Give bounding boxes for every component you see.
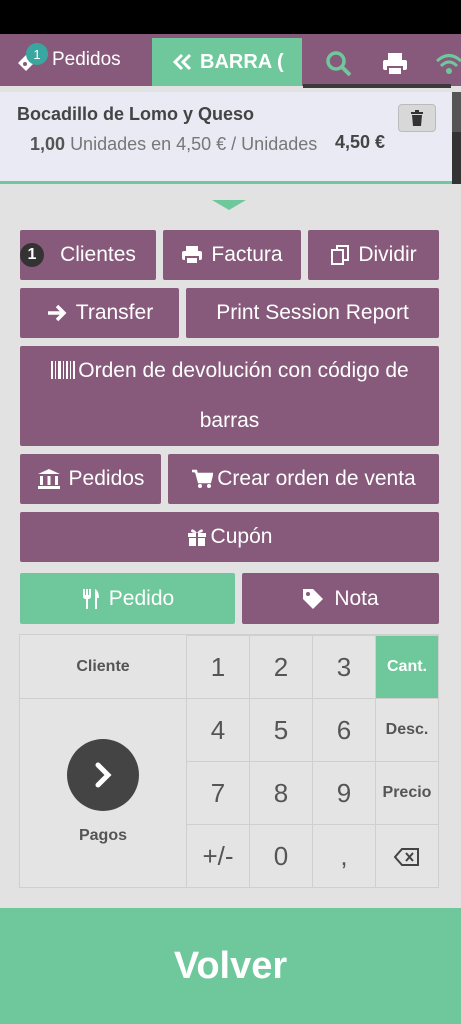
- quantity-mode-button[interactable]: Cant.: [375, 635, 438, 698]
- crear-orden-venta-button[interactable]: Crear orden de venta: [168, 454, 439, 504]
- cupon-button[interactable]: Cupón: [20, 512, 439, 562]
- cupon-label: Cupón: [210, 525, 273, 548]
- numpad-key-3[interactable]: 3: [312, 635, 375, 698]
- numpad: Cliente Pagos 1 2 3 Cant. 4 5 6 Desc. 7 …: [19, 634, 439, 888]
- active-tab-underline: [303, 84, 451, 88]
- bank-icon: [37, 469, 60, 489]
- payment-label: Pagos: [78, 827, 127, 844]
- numpad-key-5[interactable]: 5: [249, 698, 312, 761]
- tag-icon: [303, 588, 324, 609]
- copy-icon: [331, 245, 350, 265]
- numpad-key-plus-minus[interactable]: +/-: [186, 824, 249, 888]
- arrow-right-icon: [47, 304, 67, 322]
- barra-button[interactable]: BARRA (: [152, 38, 302, 86]
- crear-orden-venta-label: Crear orden de venta: [217, 467, 416, 490]
- chevron-right-icon: [67, 739, 139, 811]
- collapse-caret-icon[interactable]: [212, 200, 246, 210]
- order-line[interactable]: Bocadillo de Lomo y Queso 1,00 Unidades …: [0, 92, 452, 184]
- dividir-button[interactable]: Dividir: [308, 230, 439, 280]
- cutlery-icon: [82, 588, 99, 609]
- factura-button[interactable]: Factura: [163, 230, 301, 280]
- numpad-key-4[interactable]: 4: [186, 698, 249, 761]
- nota-button[interactable]: Nota: [242, 573, 439, 624]
- numpad-key-comma[interactable]: ,: [312, 824, 375, 888]
- transfer-label: Transfer: [75, 301, 154, 324]
- search-icon[interactable]: [325, 50, 353, 78]
- quantity-value: 1,00: [30, 134, 66, 154]
- dividir-label: Dividir: [358, 243, 417, 266]
- barcode-icon: [51, 361, 76, 379]
- trash-icon: [411, 110, 423, 126]
- pedidos-button[interactable]: Pedidos: [20, 454, 161, 504]
- line-quantity: 1,00 Unidades en 4,50 € / Unidades: [30, 132, 330, 156]
- discount-mode-button[interactable]: Desc.: [375, 698, 438, 761]
- wifi-icon: [435, 54, 461, 74]
- top-bar: 1 Pedidos BARRA (: [0, 34, 461, 86]
- pedido-button[interactable]: Pedido: [20, 573, 235, 624]
- orders-tab-label: Pedidos: [52, 49, 121, 70]
- numpad-key-7[interactable]: 7: [186, 761, 249, 824]
- transfer-button[interactable]: Transfer: [20, 288, 179, 338]
- orders-tab[interactable]: 1 Pedidos: [14, 42, 121, 78]
- print-session-report-button[interactable]: Print Session Report: [186, 288, 439, 338]
- print-session-report-label: Print Session Report: [216, 301, 409, 324]
- price-mode-button[interactable]: Precio: [375, 761, 438, 824]
- status-bar: [0, 0, 461, 34]
- backspace-icon: [394, 847, 419, 866]
- line-price: 4,50 €: [335, 132, 386, 152]
- barcode-return-order-button[interactable]: Orden de devolución con código de barras: [20, 346, 439, 446]
- unit-text: Unidades en 4,50 € / Unidades: [70, 134, 318, 154]
- printer-icon[interactable]: [381, 50, 409, 78]
- printer-icon: [182, 246, 203, 265]
- scrollbar-thumb[interactable]: [452, 92, 461, 132]
- ticket-icon: 1: [14, 43, 48, 75]
- product-name: Bocadillo de Lomo y Queso: [17, 104, 255, 124]
- payment-button[interactable]: Pagos: [20, 698, 186, 888]
- numpad-key-6[interactable]: 6: [312, 698, 375, 761]
- cart-icon: [192, 469, 214, 488]
- numpad-key-9[interactable]: 9: [312, 761, 375, 824]
- numpad-key-2[interactable]: 2: [249, 635, 312, 698]
- customer-button[interactable]: Cliente: [20, 635, 186, 698]
- barra-label: BARRA (: [200, 50, 284, 73]
- clientes-label: Clientes: [60, 243, 136, 266]
- numpad-key-8[interactable]: 8: [249, 761, 312, 824]
- double-chevron-left-icon: [172, 53, 192, 71]
- numpad-key-0[interactable]: 0: [249, 824, 312, 888]
- backspace-button[interactable]: [375, 824, 438, 888]
- orders-count-badge: 1: [26, 43, 48, 65]
- pedidos-label: Pedidos: [68, 467, 145, 490]
- clientes-count-badge: 1: [20, 243, 44, 267]
- back-button[interactable]: Volver: [0, 908, 461, 1024]
- delete-line-button[interactable]: [398, 104, 436, 132]
- barcode-return-order-label: Orden de devolución con código de barras: [78, 359, 409, 432]
- nota-label: Nota: [334, 586, 379, 610]
- pedido-label: Pedido: [108, 586, 175, 610]
- factura-label: Factura: [211, 243, 283, 266]
- numpad-key-1[interactable]: 1: [186, 635, 249, 698]
- gift-icon: [187, 529, 206, 546]
